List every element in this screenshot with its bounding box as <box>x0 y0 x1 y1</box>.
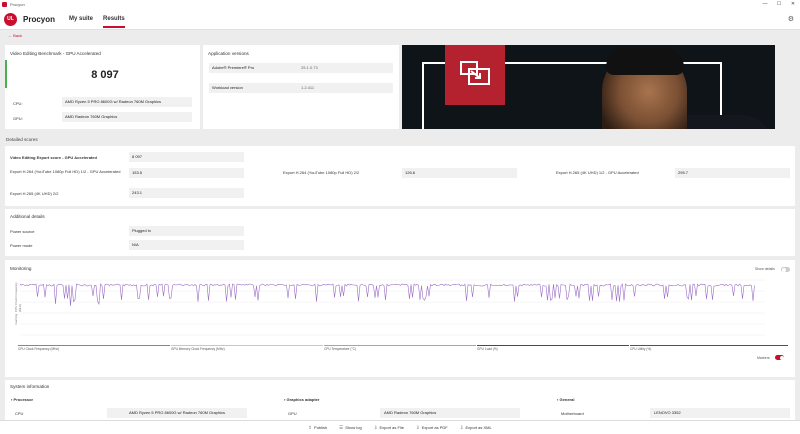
score-value-h264-1: 153.5 <box>129 168 244 178</box>
tab-results[interactable]: Results <box>103 9 125 30</box>
score-value-h265-1: 295.7 <box>675 168 790 178</box>
app-icon <box>2 2 7 7</box>
xml-icon: ⇩ <box>459 424 464 430</box>
sys-motherboard-value: LENOVO 3352 <box>650 408 790 418</box>
gpu-label: GPU: <box>13 116 23 121</box>
score-label-h264-2: Export H.264 (YouTube 1080p Full HD) 2/2 <box>283 170 360 175</box>
sys-gpu-value: AMD Radeon 760M Graphics <box>380 408 520 418</box>
brand-name: Procyon <box>23 14 56 24</box>
export-score-value: 8 097 <box>129 152 244 162</box>
processor-heading: ▪ Processor <box>11 397 34 402</box>
cpu-clock-series <box>20 283 755 307</box>
gpu-icon: ▪ <box>284 397 286 402</box>
file-icon: ⇩ <box>373 424 378 430</box>
export-file-button[interactable]: ⇩ Export as File <box>374 425 404 431</box>
legend-cpu-clock: CPU Clock Frequency (MHz) <box>18 347 60 351</box>
sys-cpu-value: AMD Ryzen 5 PRO 8600G w/ Radeon 760M Gra… <box>107 408 247 418</box>
app-row-premiere: Adobe® Premiere® Pro 25.1.0.73 <box>209 63 393 73</box>
power-source-value: Plugged in <box>129 226 244 236</box>
legend-line-gpu-load <box>477 345 629 346</box>
score-label-h264-1: Export H.264 (YouTube 1080p Full HD) 1/2… <box>10 169 121 174</box>
legend-cpu-temp: CPU Temperature (°C) <box>324 347 357 351</box>
publish-button[interactable]: ⇪ Publish <box>308 425 327 431</box>
monitoring-title: Monitoring <box>10 266 32 271</box>
benchmark-hero-image <box>402 45 775 129</box>
detailed-scores-title: Detailed scores <box>6 137 38 142</box>
score-value-h264-2: 126.6 <box>402 168 517 178</box>
graphics-heading: ▪ Graphics adapter <box>284 397 320 402</box>
cpu-icon: ▪ <box>11 397 13 402</box>
footer-actions: ⇪ Publish ☰ Show log ⇩ Export as File ⇩ Expo… <box>0 420 800 434</box>
detailed-scores-card: Video Editing Export score - GPU Acceler… <box>5 146 795 206</box>
gear-icon[interactable]: ⚙ <box>788 15 794 23</box>
hero-hair <box>606 47 684 75</box>
video-editing-icon <box>445 45 505 105</box>
system-info-card: System information ▪ Processor CPU AMD R… <box>5 380 795 420</box>
show-log-button[interactable]: ☰ Show log <box>339 425 362 431</box>
sys-motherboard-label: Motherboard <box>561 411 584 416</box>
maximize-button[interactable]: ☐ <box>772 0 786 9</box>
window-title: Procyon <box>10 2 25 7</box>
monitor-y-label-2: Gaming <box>14 314 18 325</box>
pdf-icon: ⇩ <box>415 424 420 430</box>
show-details-label: Show details <box>755 267 775 271</box>
legend-cpu-util: CPU Utility (%) <box>630 347 652 351</box>
benchmark-title: Video Editing Benchmark - GPU Accelerate… <box>10 51 101 56</box>
info-icon: ▪ <box>557 397 559 402</box>
legend-gpu-mem: GPU Memory Clock Frequency (MHz) <box>171 347 225 351</box>
power-mode-value: N/A <box>129 240 244 250</box>
chart-gridlines <box>20 279 765 336</box>
legend-line-gpu-mem <box>171 345 323 346</box>
legend-line-cpu-temp <box>324 345 476 346</box>
legend-gpu-load: GPU Load (%) <box>477 347 498 351</box>
gpu-value: AMD Radeon 760M Graphics <box>62 112 192 122</box>
export-score-label: Video Editing Export score - GPU Acceler… <box>10 155 97 160</box>
general-heading: ▪ General <box>557 397 575 402</box>
score-label-h265-1: Export H.265 (4K UHD) 1/2 - GPU Accelera… <box>556 170 639 175</box>
overall-score: 8 097 <box>91 69 119 81</box>
tab-my-suite[interactable]: My suite <box>69 9 93 30</box>
back-link[interactable]: ← Back <box>8 33 22 38</box>
sys-cpu-label: CPU <box>15 411 24 416</box>
cpu-value: AMD Ryzen 5 PRO 8600G w/ Radeon 760M Gra… <box>62 97 192 107</box>
power-source-label: Power source <box>10 229 35 234</box>
markers-toggle[interactable] <box>775 355 784 360</box>
export-xml-button[interactable]: ⇩ Export as XML <box>460 425 492 431</box>
legend-line-cpu-util <box>630 345 788 346</box>
additional-details-title: Additional details <box>10 214 45 219</box>
minimize-button[interactable]: — <box>758 0 772 9</box>
publish-icon: ⇪ <box>308 424 313 430</box>
sys-gpu-label: GPU <box>288 411 297 416</box>
cpu-label: CPU: <box>13 101 23 106</box>
close-button[interactable]: ✕ <box>786 0 800 9</box>
score-label-h265-2: Export H.265 (4K UHD) 2/2 <box>10 191 59 196</box>
app-versions-title: Application versions <box>208 51 249 56</box>
export-pdf-button[interactable]: ⇩ Export as PDF <box>416 425 448 431</box>
power-mode-label: Power mode <box>10 243 33 248</box>
top-navigation: UL Procyon My suite Results ⚙ <box>0 9 800 30</box>
ul-logo: UL <box>4 12 17 26</box>
score-summary-card: Video Editing Benchmark - GPU Accelerate… <box>5 45 200 129</box>
show-details-toggle[interactable] <box>781 267 790 272</box>
markers-label: Markers <box>757 356 770 360</box>
app-row-workload: Workload version 1.2.411 <box>209 83 393 93</box>
log-icon: ☰ <box>339 424 344 430</box>
monitoring-chart <box>20 279 765 336</box>
additional-details-card: Additional details Power source Plugged … <box>5 209 795 256</box>
app-versions-card: Application versions Adobe® Premiere® Pr… <box>203 45 399 129</box>
system-info-title: System information <box>10 384 50 389</box>
legend-line-cpu-clock <box>18 345 170 346</box>
score-value-h265-2: 243.1 <box>129 188 244 198</box>
